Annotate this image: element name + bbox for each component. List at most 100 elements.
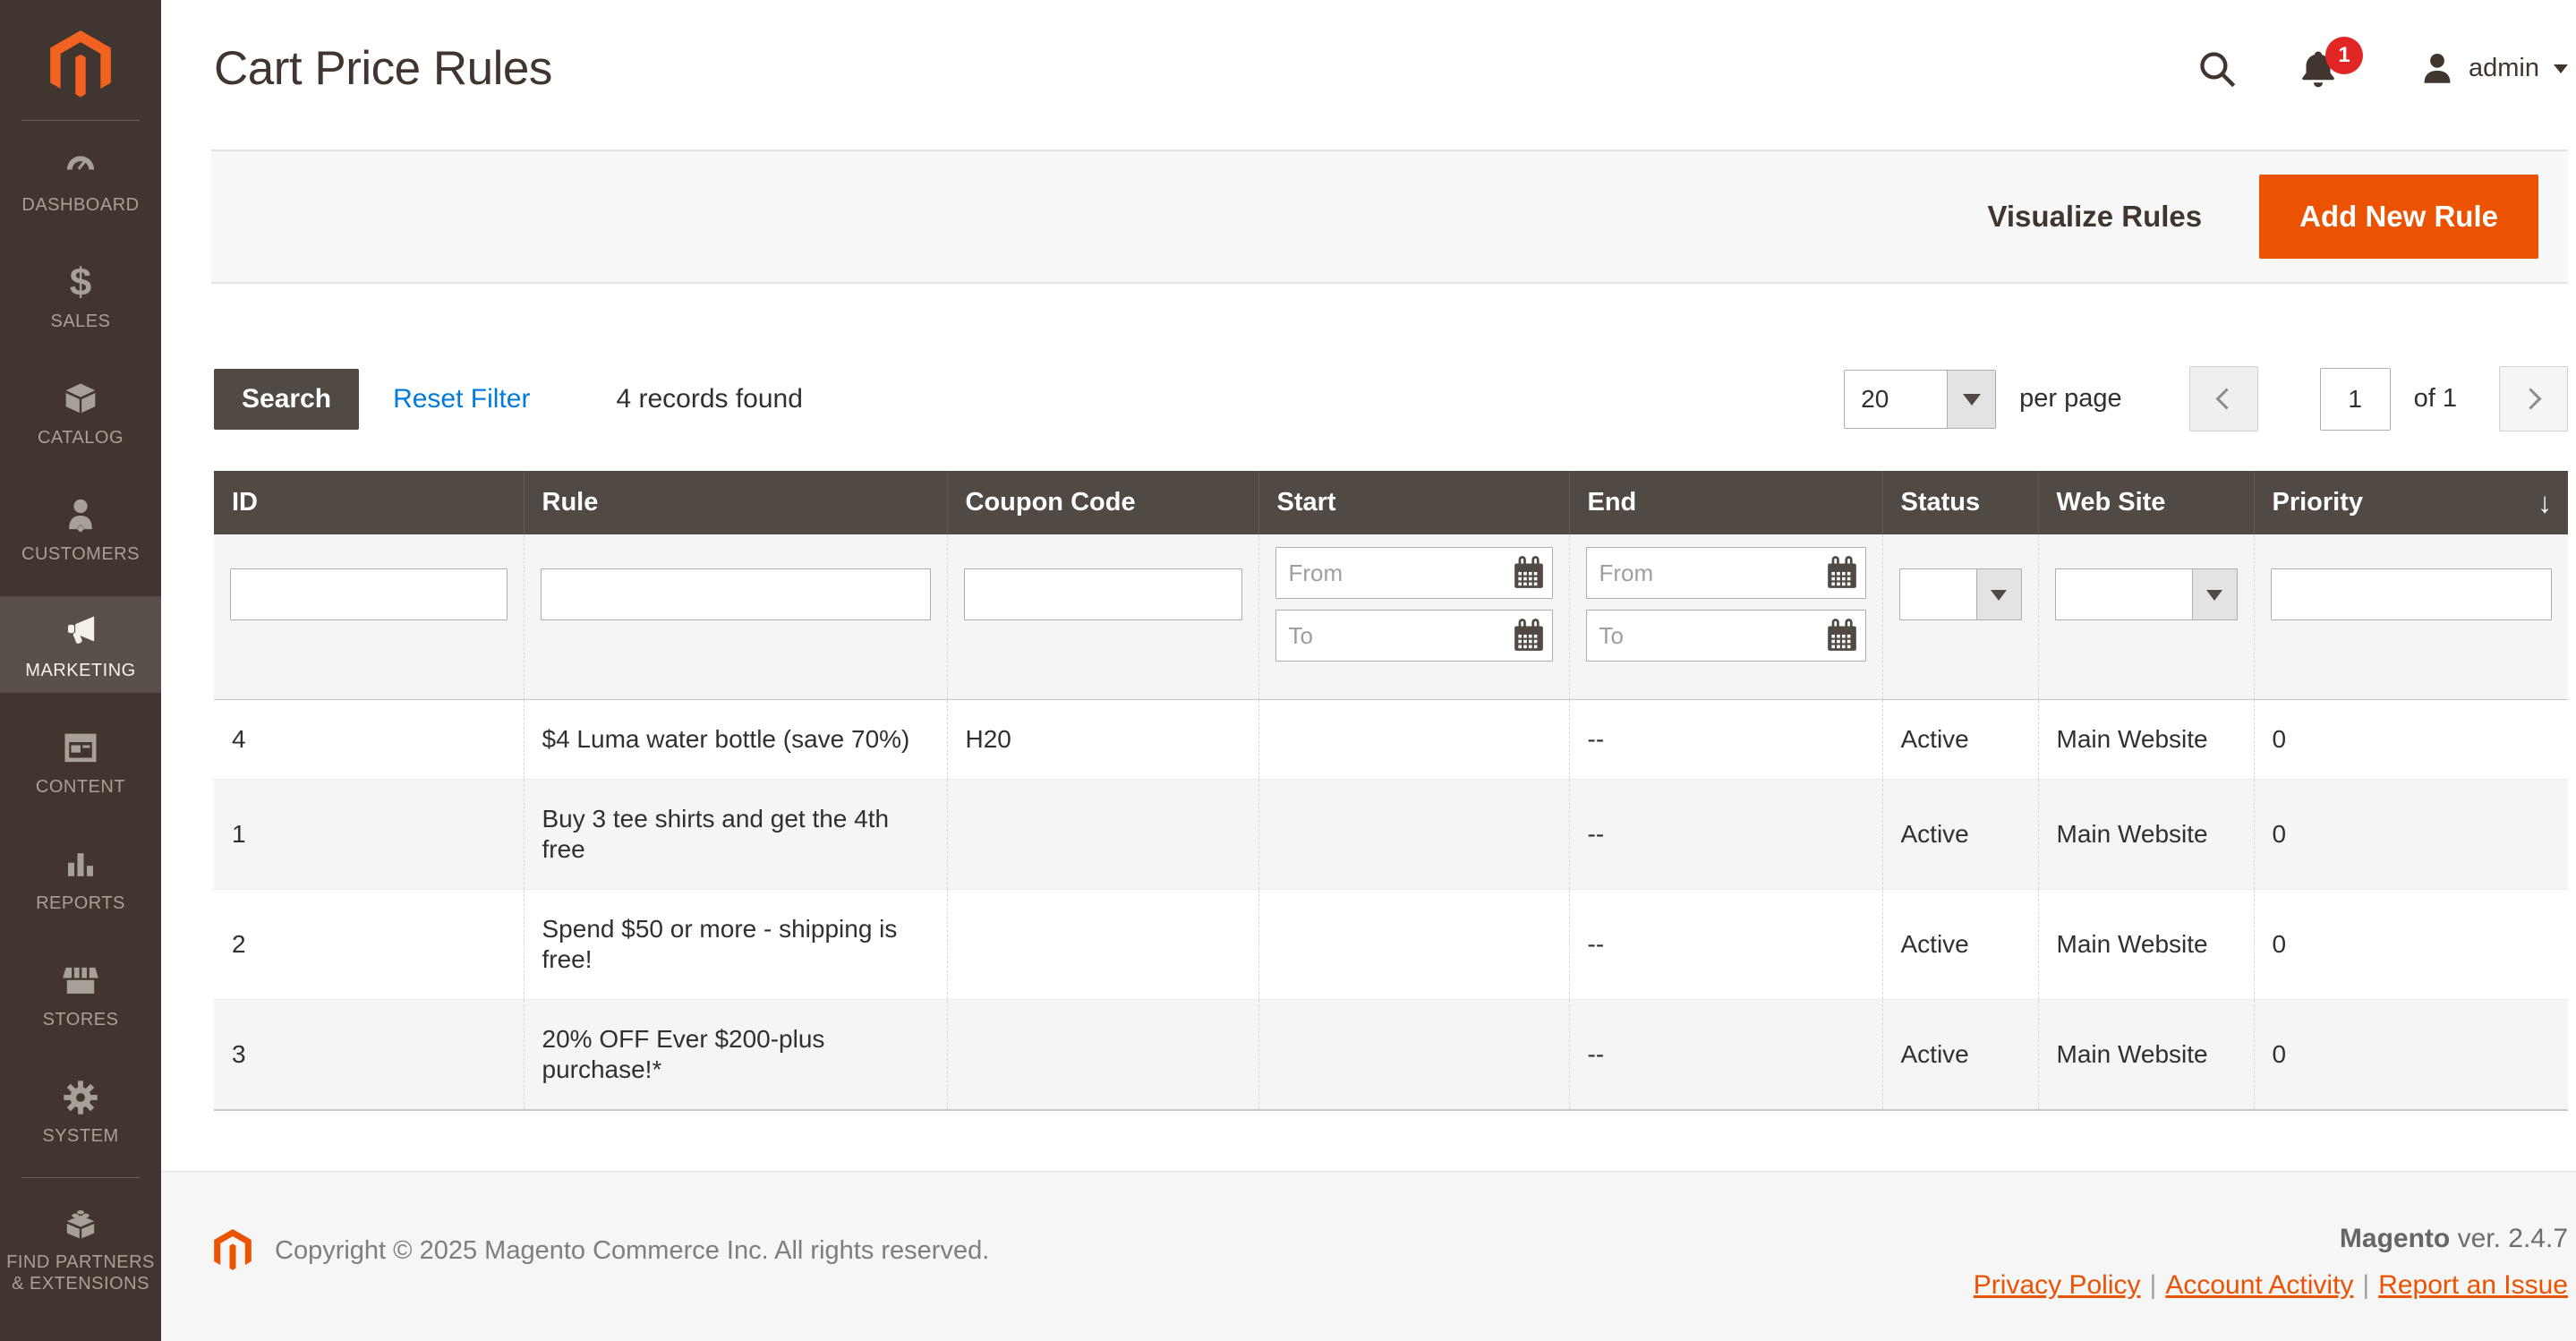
sidebar-item-reports[interactable]: REPORTS (0, 829, 161, 926)
cell-web-site: Main Website (2038, 780, 2254, 890)
global-search-button[interactable] (2196, 48, 2238, 90)
filter-coupon-code-input[interactable] (964, 568, 1242, 620)
filter-rule-input[interactable] (541, 568, 931, 620)
column-header-status[interactable]: Status (1882, 471, 2038, 534)
chevron-down-icon (1991, 590, 2007, 609)
page-header: Cart Price Rules 1 (214, 0, 2568, 96)
privacy-policy-link[interactable]: Privacy Policy (1974, 1270, 2141, 1300)
sidebar-item-catalog[interactable]: CATALOG (0, 363, 161, 460)
chevron-down-icon (1963, 394, 1981, 414)
sidebar-item-stores[interactable]: STORES (0, 945, 161, 1042)
page-title: Cart Price Rules (214, 41, 552, 96)
sidebar-item-label: CATALOG (38, 427, 124, 448)
footer-links: Privacy Policy|Account Activity|Report a… (1974, 1270, 2568, 1301)
magento-logo[interactable] (50, 0, 111, 120)
column-header-id[interactable]: ID (214, 471, 524, 534)
notifications-button[interactable]: 1 (2297, 47, 2340, 90)
footer-meta: Magento ver. 2.4.7 Privacy Policy|Accoun… (1974, 1224, 2568, 1341)
sidebar-item-label: CUSTOMERS (21, 543, 140, 565)
cell-priority: 0 (2254, 1000, 2568, 1111)
cell-coupon-code: H20 (947, 700, 1258, 780)
previous-page-button[interactable] (2189, 366, 2258, 431)
filter-id-input[interactable] (230, 568, 508, 620)
cell-id: 2 (214, 890, 524, 1000)
cell-start (1258, 890, 1569, 1000)
per-page-select[interactable]: 20 (1844, 370, 1996, 429)
chevron-down-icon (2554, 64, 2568, 81)
current-page-input[interactable] (2320, 368, 2391, 431)
marketing-icon (62, 613, 99, 651)
select-arrow-box (1976, 569, 2021, 619)
admin-username: admin (2469, 54, 2539, 83)
table-row[interactable]: 3 20% OFF Ever $200-plus purchase!* -- A… (214, 1000, 2568, 1111)
report-issue-link[interactable]: Report an Issue (2378, 1270, 2568, 1300)
cell-start (1258, 780, 1569, 890)
column-header-rule[interactable]: Rule (524, 471, 947, 534)
cell-id: 4 (214, 700, 524, 780)
cell-coupon-code (947, 890, 1258, 1000)
grid-toolbar: Search Reset Filter 4 records found 20 p… (214, 366, 2568, 431)
table-row[interactable]: 1 Buy 3 tee shirts and get the 4th free … (214, 780, 2568, 890)
sidebar-item-customers[interactable]: CUSTOMERS (0, 480, 161, 577)
sales-icon: $ (70, 264, 91, 302)
cell-coupon-code (947, 780, 1258, 890)
column-header-priority[interactable]: Priority ↓ (2254, 471, 2568, 534)
magento-admin-page: DASHBOARD $ SALES CATALOG (0, 0, 2576, 1341)
user-avatar-icon (2418, 50, 2456, 88)
cell-web-site: Main Website (2038, 700, 2254, 780)
cell-web-site: Main Website (2038, 1000, 2254, 1111)
footer-branding: Copyright © 2025 Magento Commerce Inc. A… (214, 1224, 989, 1277)
admin-footer: Copyright © 2025 Magento Commerce Inc. A… (161, 1171, 2576, 1341)
sidebar-item-label: CONTENT (36, 776, 125, 798)
filter-priority-input[interactable] (2271, 568, 2553, 620)
cell-status: Active (1882, 700, 2038, 780)
filter-website-select[interactable] (2055, 568, 2238, 620)
sidebar-item-sales[interactable]: $ SALES (0, 247, 161, 344)
add-new-rule-button[interactable]: Add New Rule (2259, 175, 2538, 259)
reset-filter-link[interactable]: Reset Filter (393, 384, 530, 414)
cell-status: Active (1882, 1000, 2038, 1111)
sidebar-item-label: MARKETING (25, 660, 135, 681)
page-count-label: of 1 (2414, 384, 2457, 414)
next-page-button[interactable] (2499, 366, 2568, 431)
records-found-text: 4 records found (616, 384, 802, 414)
sidebar-item-label: STORES (43, 1009, 119, 1030)
sidebar-item-label: FIND PARTNERS & EXTENSIONS (4, 1251, 158, 1294)
cell-rule: 20% OFF Ever $200-plus purchase!* (524, 1000, 947, 1111)
sidebar-item-label: REPORTS (36, 893, 125, 914)
calendar-icon[interactable] (1825, 618, 1859, 653)
column-header-end[interactable]: End (1569, 471, 1882, 534)
magento-footer-logo-icon (214, 1229, 252, 1272)
sidebar-item-label: SALES (51, 311, 111, 332)
column-header-web-site[interactable]: Web Site (2038, 471, 2254, 534)
dashboard-icon (62, 148, 99, 185)
header-actions: 1 admin (2196, 47, 2568, 90)
pagination: 20 per page of 1 (1844, 366, 2568, 431)
catalog-icon (62, 380, 99, 418)
table-row[interactable]: 2 Spend $50 or more - shipping is free! … (214, 890, 2568, 1000)
cell-rule: Spend $50 or more - shipping is free! (524, 890, 947, 1000)
sidebar-item-marketing[interactable]: MARKETING (0, 596, 161, 693)
sidebar-item-system[interactable]: SYSTEM (0, 1062, 161, 1158)
cell-status: Active (1882, 780, 2038, 890)
select-arrow-box (1947, 371, 1995, 428)
column-header-coupon-code[interactable]: Coupon Code (947, 471, 1258, 534)
calendar-icon[interactable] (1825, 555, 1859, 591)
table-row[interactable]: 4 $4 Luma water bottle (save 70%) H20 --… (214, 700, 2568, 780)
calendar-icon[interactable] (1512, 555, 1546, 591)
cell-start (1258, 700, 1569, 780)
filter-status-select[interactable] (1899, 568, 2022, 620)
select-arrow-box (2192, 569, 2237, 619)
admin-account-menu[interactable]: admin (2418, 50, 2568, 88)
grid-search-button[interactable]: Search (214, 369, 359, 430)
main-content: Cart Price Rules 1 (161, 0, 2576, 1341)
sidebar-item-find-partners[interactable]: FIND PARTNERS & EXTENSIONS (0, 1188, 161, 1306)
visualize-rules-button[interactable]: Visualize Rules (1987, 200, 2202, 234)
column-header-start[interactable]: Start (1258, 471, 1569, 534)
sidebar-item-content[interactable]: CONTENT (0, 713, 161, 809)
sidebar-item-dashboard[interactable]: DASHBOARD (0, 131, 161, 227)
stores-icon (62, 962, 99, 1000)
account-activity-link[interactable]: Account Activity (2165, 1270, 2353, 1300)
cell-rule: $4 Luma water bottle (save 70%) (524, 700, 947, 780)
calendar-icon[interactable] (1512, 618, 1546, 653)
